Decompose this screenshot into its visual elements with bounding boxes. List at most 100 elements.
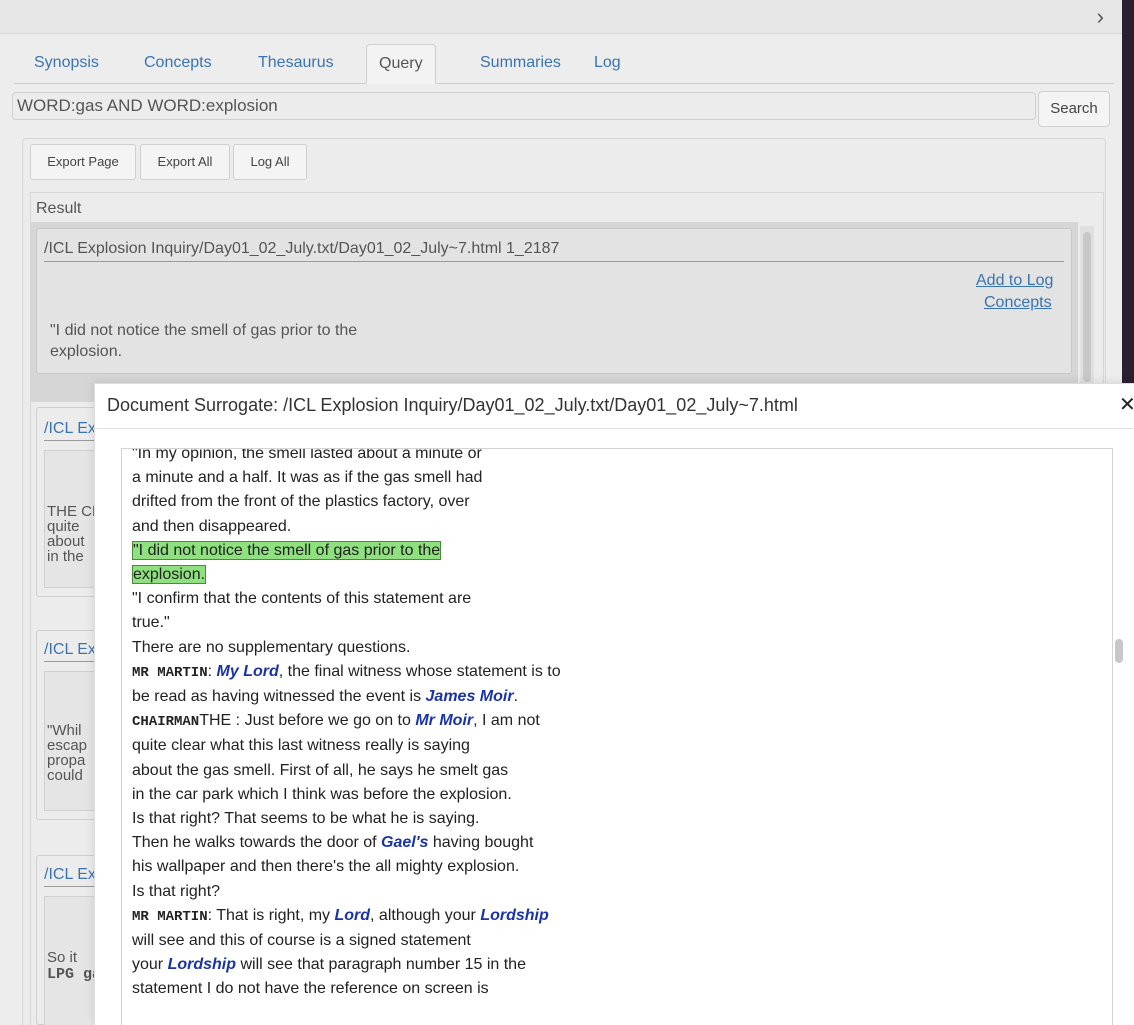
tab-query[interactable]: Query xyxy=(366,44,436,84)
line-text: a minute and a half. It was as if the ga… xyxy=(132,469,483,487)
result-title: Result xyxy=(36,200,82,217)
line-text: about the gas smell. First of all, he sa… xyxy=(132,761,509,779)
entity-link[interactable]: Gael's xyxy=(381,834,428,851)
tab-thesaurus[interactable]: Thesaurus xyxy=(246,44,346,84)
line-text: , I am not xyxy=(473,712,540,730)
line-text: Then he walks towards the door of xyxy=(132,834,382,852)
result-snippet-line: in the xyxy=(47,549,84,564)
result-card[interactable]: /ICL Explosion Inquiry "Whil escap propa… xyxy=(36,630,104,820)
document-line: true." xyxy=(132,611,561,635)
document-line: Then he walks towards the door of Gael's… xyxy=(132,831,561,855)
result-snippet: "I did not notice the smell of gas prior… xyxy=(50,320,450,362)
dialog-title: Document Surrogate: /ICL Explosion Inqui… xyxy=(107,395,798,415)
line-text: quite clear what this last witness reall… xyxy=(132,737,470,755)
line-text: , although your xyxy=(370,906,481,924)
tab-concepts[interactable]: Concepts xyxy=(132,44,224,84)
tab-bar: Synopsis Concepts Thesaurus Query Summar… xyxy=(14,44,1114,84)
line-text: his wallpaper and then there's the all m… xyxy=(132,858,520,876)
document-line: Is that right? That seems to be what he … xyxy=(132,807,561,831)
document-line: CHAIRMANTHE : Just before we go on to Mr… xyxy=(132,709,561,734)
entity-link[interactable]: Lordship xyxy=(480,907,548,924)
document-line: his wallpaper and then there's the all m… xyxy=(132,855,561,879)
entity-link[interactable]: Lord xyxy=(334,907,370,924)
tab-summaries[interactable]: Summaries xyxy=(468,44,573,84)
document-line: "I confirm that the contents of this sta… xyxy=(132,587,561,611)
result-snippet-line: So it xyxy=(47,950,78,965)
document-line: drifted from the front of the plastics f… xyxy=(132,490,561,514)
line-text: true." xyxy=(132,614,170,632)
line-text: THE xyxy=(199,712,236,730)
document-line: a minute and a half. It was as if the ga… xyxy=(132,466,561,490)
document-line: be read as having witnessed the event is… xyxy=(132,685,561,709)
highlighted-text: "I did not notice the smell of gas prior… xyxy=(132,540,442,560)
document-line: will see and this of course is a signed … xyxy=(132,929,561,953)
document-line: Is that right? xyxy=(132,880,561,904)
close-icon[interactable]: ✕ xyxy=(1119,392,1134,417)
line-text: will see and this of course is a signed … xyxy=(132,932,471,950)
document-line: There are no supplementary questions. xyxy=(132,636,561,660)
results-scrollbar-thumb[interactable] xyxy=(1083,232,1091,382)
speaker-label: MR MARTIN xyxy=(132,664,208,681)
document-text-area[interactable]: "In my opinion, the smell lasted about a… xyxy=(121,448,1113,1025)
top-bar: › xyxy=(0,0,1122,34)
line-text: be read as having witnessed the event is xyxy=(132,688,426,706)
document-lines: "In my opinion, the smell lasted about a… xyxy=(132,448,561,1002)
result-snippet-line: LPG gas xyxy=(47,967,97,982)
line-text: and then disappeared. xyxy=(132,517,292,535)
document-line: statement I do not have the reference on… xyxy=(132,977,561,1001)
chevron-right-icon[interactable]: › xyxy=(1097,4,1104,30)
document-line: MR MARTIN: That is right, my Lord, altho… xyxy=(132,904,561,929)
document-line: explosion. xyxy=(132,563,561,587)
tab-log[interactable]: Log xyxy=(582,44,633,84)
entity-link[interactable]: My Lord xyxy=(217,663,279,680)
line-text: , the final witness whose statement is t… xyxy=(278,662,561,680)
add-to-log-link[interactable]: Add to Log xyxy=(976,272,1053,290)
document-line: "I did not notice the smell of gas prior… xyxy=(132,539,561,563)
export-all-button[interactable]: Export All xyxy=(140,144,230,180)
line-text: in the car park which I think was before… xyxy=(132,785,512,803)
speaker-label: CHAIRMAN xyxy=(132,714,200,731)
result-card[interactable]: /ICL Explosion Inquiry THE CHAIRMAN quit… xyxy=(36,407,104,597)
line-text: "I confirm that the contents of this sta… xyxy=(132,590,472,608)
result-path: /ICL Explosion Inquiry/Day01_02_July.txt… xyxy=(44,240,1064,262)
highlighted-text: explosion. xyxy=(132,565,207,585)
speaker-label: MR MARTIN xyxy=(132,908,208,925)
result-snippet-line: "I did not notice the smell of gas prior… xyxy=(50,322,358,339)
line-text: your xyxy=(132,956,168,974)
line-text: : Just before we go on to xyxy=(235,712,416,730)
line-text: statement I do not have the reference on… xyxy=(132,980,489,998)
document-scrollbar-thumb[interactable] xyxy=(1115,639,1123,663)
line-text: There are no supplementary questions. xyxy=(132,638,411,656)
document-line: and then disappeared. xyxy=(132,515,561,539)
line-text: . xyxy=(513,688,519,706)
line-text: will see that paragraph number 15 in the xyxy=(236,956,526,974)
search-button[interactable]: Search xyxy=(1038,91,1110,127)
entity-link[interactable]: James Moir xyxy=(426,688,514,705)
line-text: Is that right? xyxy=(132,882,221,900)
line-text: : That is right, my xyxy=(207,906,335,924)
export-page-button[interactable]: Export Page xyxy=(30,144,136,180)
document-line: your Lordship will see that paragraph nu… xyxy=(132,953,561,977)
log-all-button[interactable]: Log All xyxy=(233,144,307,180)
document-line: about the gas smell. First of all, he sa… xyxy=(132,759,561,783)
result-snippet-line: escap xyxy=(47,738,88,753)
entity-link[interactable]: Mr Moir xyxy=(415,712,473,729)
result-snippet-line: quite xyxy=(47,519,80,534)
result-snippet-line: about xyxy=(47,534,85,549)
line-text: : xyxy=(207,662,217,680)
document-line: MR MARTIN: My Lord, the final witness wh… xyxy=(132,660,561,685)
line-text: "In my opinion, the smell lasted about a… xyxy=(132,448,482,462)
document-line: quite clear what this last witness reall… xyxy=(132,734,561,758)
concepts-link[interactable]: Concepts xyxy=(984,294,1052,312)
document-surrogate-dialog: Document Surrogate: /ICL Explosion Inqui… xyxy=(94,383,1134,1025)
query-input[interactable]: WORD:gas AND WORD:explosion xyxy=(12,92,1036,120)
result-snippet-line: propa xyxy=(47,753,86,768)
tab-synopsis[interactable]: Synopsis xyxy=(22,44,111,84)
document-line: in the car park which I think was before… xyxy=(132,783,561,807)
line-text: Is that right? That seems to be what he … xyxy=(132,810,480,828)
result-snippet-line: explosion. xyxy=(50,343,123,360)
result-snippet-line: THE CHAIRMAN xyxy=(47,504,97,519)
dialog-divider xyxy=(95,428,1134,429)
entity-link[interactable]: Lordship xyxy=(168,956,236,973)
result-card[interactable]: /ICL Explosion Inquiry So it LPG gas xyxy=(36,855,104,1025)
